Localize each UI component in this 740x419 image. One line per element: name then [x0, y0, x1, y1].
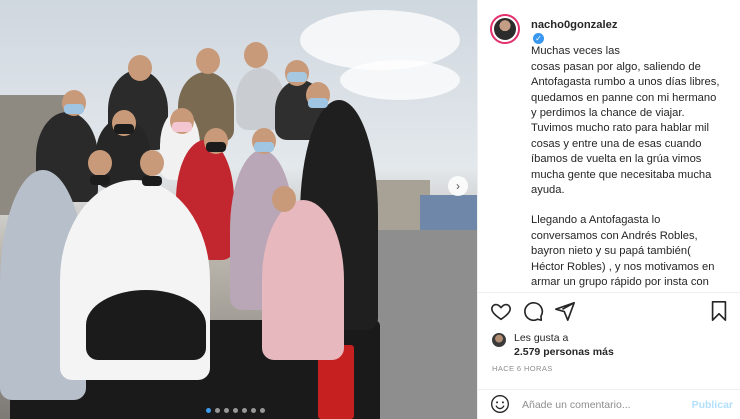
- caption-line: y perdimos la chance de viajar.: [531, 107, 685, 120]
- share-icon[interactable]: [554, 300, 576, 322]
- liker-avatar: [492, 333, 506, 347]
- carousel-dot: [251, 408, 256, 413]
- caption-line: Héctor Robles) , y nos motivamos en: [531, 260, 715, 273]
- face-mask: [287, 72, 307, 82]
- person-head: [140, 150, 164, 176]
- heart-icon[interactable]: [490, 300, 512, 322]
- caption-line: ayuda.: [531, 184, 565, 197]
- caption-paragraph: Llegando a Antofagasta lo conversamos con…: [531, 213, 731, 292]
- caption-line: cosas y entre una de esas cuando: [531, 137, 702, 150]
- carousel-next-button[interactable]: ›: [448, 176, 468, 196]
- carousel-dot: [215, 408, 220, 413]
- cloud: [340, 60, 460, 100]
- carousel-dots: [206, 408, 265, 413]
- username-link[interactable]: nacho0gonzalez: [531, 19, 617, 31]
- caption-line: armar un grupo rápido por insta con: [531, 276, 709, 289]
- person-head: [272, 186, 296, 212]
- caption-line: Tuvimos mucho rato para hablar mil: [531, 122, 710, 135]
- likes-count[interactable]: 2.579 personas más: [514, 346, 614, 358]
- publish-button[interactable]: Publicar: [692, 399, 733, 411]
- divider: [478, 292, 740, 293]
- person-head: [196, 48, 220, 74]
- post-photo[interactable]: ›: [0, 0, 477, 419]
- comment-input[interactable]: [522, 396, 682, 414]
- caption-line: Muchas veces las: [531, 45, 620, 58]
- caption-area[interactable]: nacho0gonzalez ✓ Muchas veces las cosas …: [478, 0, 740, 292]
- bookmark-icon[interactable]: [708, 300, 730, 322]
- emoji-icon[interactable]: [490, 394, 510, 414]
- person-head: [88, 150, 112, 176]
- building: [420, 195, 477, 235]
- person-head: [128, 55, 152, 81]
- face-mask: [142, 176, 162, 186]
- caption-line: Antofagasta rumbo a unos días libres,: [531, 76, 720, 89]
- carousel-dot: [233, 408, 238, 413]
- likes-label: Les gusta a: [514, 332, 569, 344]
- carousel-dot: [260, 408, 265, 413]
- carousel-dot: [206, 408, 211, 413]
- caption-line: conversamos con Andrés Robles,: [531, 229, 698, 242]
- face-mask: [206, 142, 226, 152]
- face-mask: [90, 175, 110, 185]
- caption-line: mucha gente que necesitaba mucha: [531, 168, 712, 181]
- caption-paragraph: nacho0gonzalez ✓ Muchas veces las cosas …: [531, 18, 731, 198]
- carousel-dot: [242, 408, 247, 413]
- caption-line: cosas pasan por algo, saliendo de: [531, 60, 701, 73]
- caption-line: quedamos en panne con mi hermano: [531, 91, 717, 104]
- carousel-dot: [224, 408, 229, 413]
- comment-box: Publicar: [478, 390, 740, 419]
- avatar[interactable]: [490, 14, 520, 44]
- verified-badge-icon: ✓: [533, 33, 544, 45]
- comment-icon[interactable]: [522, 300, 544, 322]
- face-mask: [64, 104, 84, 114]
- likes-summary[interactable]: Les gusta a 2.579 personas más: [492, 331, 732, 361]
- face-mask: [254, 142, 274, 152]
- post-timestamp[interactable]: HACE 6 HORAS: [492, 364, 553, 373]
- action-bar: [490, 300, 730, 324]
- chevron-right-icon: ›: [456, 179, 460, 193]
- caption-line: bayron nieto y su papá también(: [531, 245, 691, 258]
- caption-line: íbamos de vuelta en la grúa vimos: [531, 153, 702, 166]
- person: [86, 290, 206, 360]
- caption-line: Llegando a Antofagasta lo: [531, 214, 661, 227]
- face-mask: [308, 98, 328, 108]
- person-head: [244, 42, 268, 68]
- face-mask: [114, 124, 134, 134]
- face-mask: [172, 122, 192, 132]
- post-caption: nacho0gonzalez ✓ Muchas veces las cosas …: [531, 18, 731, 292]
- post-sidebar: nacho0gonzalez ✓ Muchas veces las cosas …: [477, 0, 740, 419]
- avatar-image: [494, 18, 516, 40]
- person: [262, 200, 344, 360]
